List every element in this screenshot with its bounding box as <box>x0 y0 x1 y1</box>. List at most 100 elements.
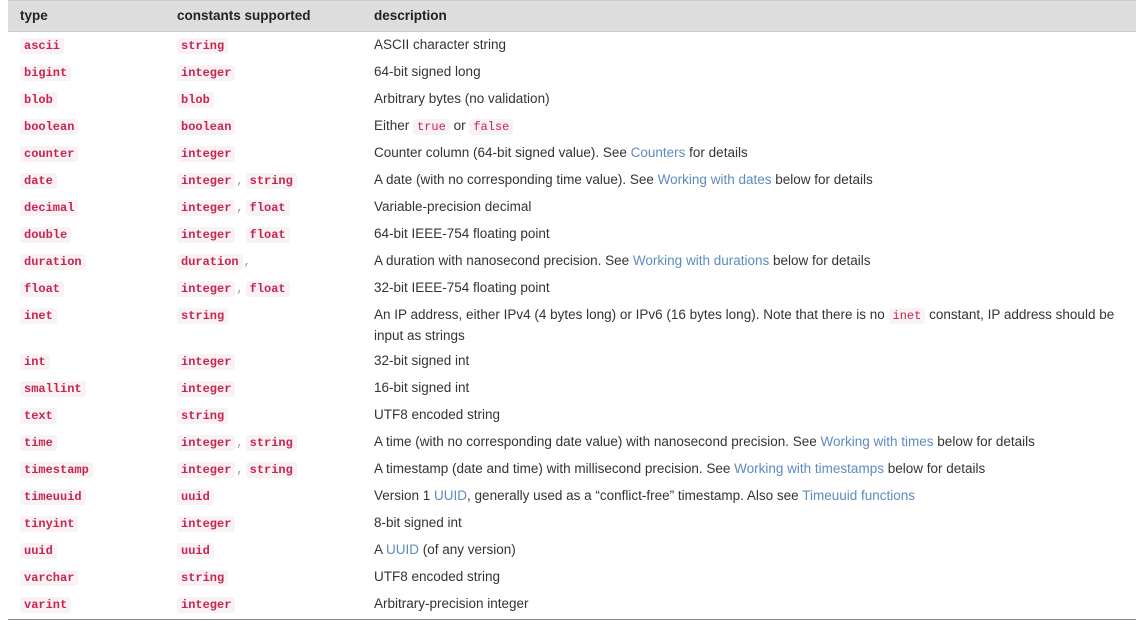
table-row: smallint integer 16-bit signed int <box>8 375 1136 402</box>
type-code: double <box>20 227 72 243</box>
constant-code: integer <box>177 516 236 532</box>
cell-constants-supported: integer float <box>165 221 362 248</box>
cell-constants-supported: integer, string <box>165 167 362 194</box>
description-link[interactable]: UUID <box>434 488 467 503</box>
description-link[interactable]: UUID <box>386 542 419 557</box>
description-text: 64-bit signed long <box>374 64 481 79</box>
cell-description: 64-bit IEEE-754 floating point <box>362 221 1136 248</box>
cell-constants-supported: string <box>165 402 362 429</box>
type-code: varint <box>20 597 72 613</box>
description-text: 32-bit signed int <box>374 353 470 368</box>
table-body: ascii string ASCII character string bigint i… <box>8 32 1136 620</box>
cell-description: 16-bit signed int <box>362 375 1136 402</box>
description-text: Counter column (64-bit signed value). Se… <box>374 145 631 160</box>
type-code: counter <box>20 146 79 162</box>
type-code: bigint <box>20 65 72 81</box>
constant-code: float <box>245 227 290 243</box>
constant-separator: , <box>236 463 244 477</box>
constant-separator: , <box>243 255 251 269</box>
table-header-row: type constants supported description <box>8 0 1136 32</box>
cell-constants-supported: uuid <box>165 483 362 510</box>
type-code: tinyint <box>20 516 79 532</box>
constant-code: float <box>245 281 290 297</box>
description-text: UTF8 encoded string <box>374 407 501 422</box>
description-link[interactable]: Working with durations <box>633 253 769 268</box>
table-row: boolean boolean Either true or false <box>8 113 1136 140</box>
table-row: decimal integer, float Variable-precision d… <box>8 194 1136 221</box>
cell-constants-supported: integer <box>165 375 362 402</box>
constant-code: integer <box>177 146 236 162</box>
cell-constants-supported: integer, float <box>165 275 362 302</box>
description-text: 32-bit IEEE-754 floating point <box>374 280 550 295</box>
cell-description: A UUID (of any version) <box>362 537 1136 564</box>
type-code: time <box>20 435 57 451</box>
cell-constants-supported: duration, <box>165 248 362 275</box>
cell-type-name: ascii <box>8 32 165 60</box>
constant-separator: , <box>236 436 244 450</box>
constant-code: integer <box>177 173 236 189</box>
cql-data-types-table: type constants supported description asc… <box>8 0 1136 620</box>
description-text: UTF8 encoded string <box>374 569 501 584</box>
table-row: counter integer Counter column (64-bit sig… <box>8 140 1136 167</box>
table-row: int integer 32-bit signed int <box>8 348 1136 375</box>
description-link[interactable]: Working with dates <box>658 172 772 187</box>
cell-description: A time (with no corresponding date value… <box>362 429 1136 456</box>
cell-description: A date (with no corresponding time value… <box>362 167 1136 194</box>
description-text: ASCII character string <box>374 37 507 52</box>
constant-code: string <box>177 408 229 424</box>
constant-separator: , <box>236 174 244 188</box>
cell-type-name: counter <box>8 140 165 167</box>
cell-description: Arbitrary bytes (no validation) <box>362 86 1136 113</box>
type-code: int <box>20 354 50 370</box>
description-text: or <box>449 118 470 133</box>
table-row: timestamp integer, string A timestamp (date… <box>8 456 1136 483</box>
constant-code: boolean <box>177 119 236 135</box>
cell-description: A timestamp (date and time) with millise… <box>362 456 1136 483</box>
cell-description: A duration with nanosecond precision. Se… <box>362 248 1136 275</box>
cell-description: Variable-precision decimal <box>362 194 1136 221</box>
description-text: Variable-precision decimal <box>374 199 532 214</box>
column-header-type: type <box>8 0 165 32</box>
type-code: blob <box>20 92 57 108</box>
description-link[interactable]: Counters <box>631 145 686 160</box>
constant-separator <box>235 228 245 242</box>
description-link[interactable]: Timeuuid functions <box>802 488 915 503</box>
description-text: below for details <box>769 253 871 268</box>
constant-code: integer <box>177 462 236 478</box>
description-text: A time (with no corresponding date value… <box>374 434 821 449</box>
constant-code: integer <box>177 65 236 81</box>
table-row: float integer, float 32-bit IEEE-754 floati… <box>8 275 1136 302</box>
constant-separator: , <box>236 201 244 215</box>
table-row: date integer, string A date (with no corres… <box>8 167 1136 194</box>
cell-description: Either true or false <box>362 113 1136 140</box>
cell-description: Version 1 UUID, generally used as a “con… <box>362 483 1136 510</box>
table-row: ascii string ASCII character string <box>8 32 1136 60</box>
table-row: double integer float 64-bit IEEE-754 float… <box>8 221 1136 248</box>
cell-description: 64-bit signed long <box>362 59 1136 86</box>
cell-type-name: double <box>8 221 165 248</box>
cell-description: UTF8 encoded string <box>362 564 1136 591</box>
table-row: inet string An IP address, either IPv4 (4 … <box>8 302 1136 348</box>
description-text: 8-bit signed int <box>374 515 462 530</box>
cell-constants-supported: integer <box>165 591 362 620</box>
cell-constants-supported: blob <box>165 86 362 113</box>
constant-code: integer <box>177 281 236 297</box>
cell-constants-supported: integer <box>165 140 362 167</box>
description-text: 64-bit IEEE-754 floating point <box>374 226 550 241</box>
description-link[interactable]: Working with timestamps <box>734 461 884 476</box>
description-link[interactable]: Working with times <box>821 434 934 449</box>
table-row: time integer, string A time (with no corres… <box>8 429 1136 456</box>
constant-code: string <box>177 38 229 54</box>
type-code: varchar <box>20 570 79 586</box>
cell-type-name: boolean <box>8 113 165 140</box>
type-code: uuid <box>20 543 57 559</box>
description-text: A duration with nanosecond precision. Se… <box>374 253 633 268</box>
constant-code: float <box>245 200 290 216</box>
description-text: (of any version) <box>419 542 516 557</box>
column-header-description: description <box>362 0 1136 32</box>
constant-separator: , <box>236 282 244 296</box>
table-row: uuid uuid A UUID (of any version) <box>8 537 1136 564</box>
type-code: timeuuid <box>20 489 86 505</box>
cell-type-name: blob <box>8 86 165 113</box>
constant-code: string <box>245 435 297 451</box>
